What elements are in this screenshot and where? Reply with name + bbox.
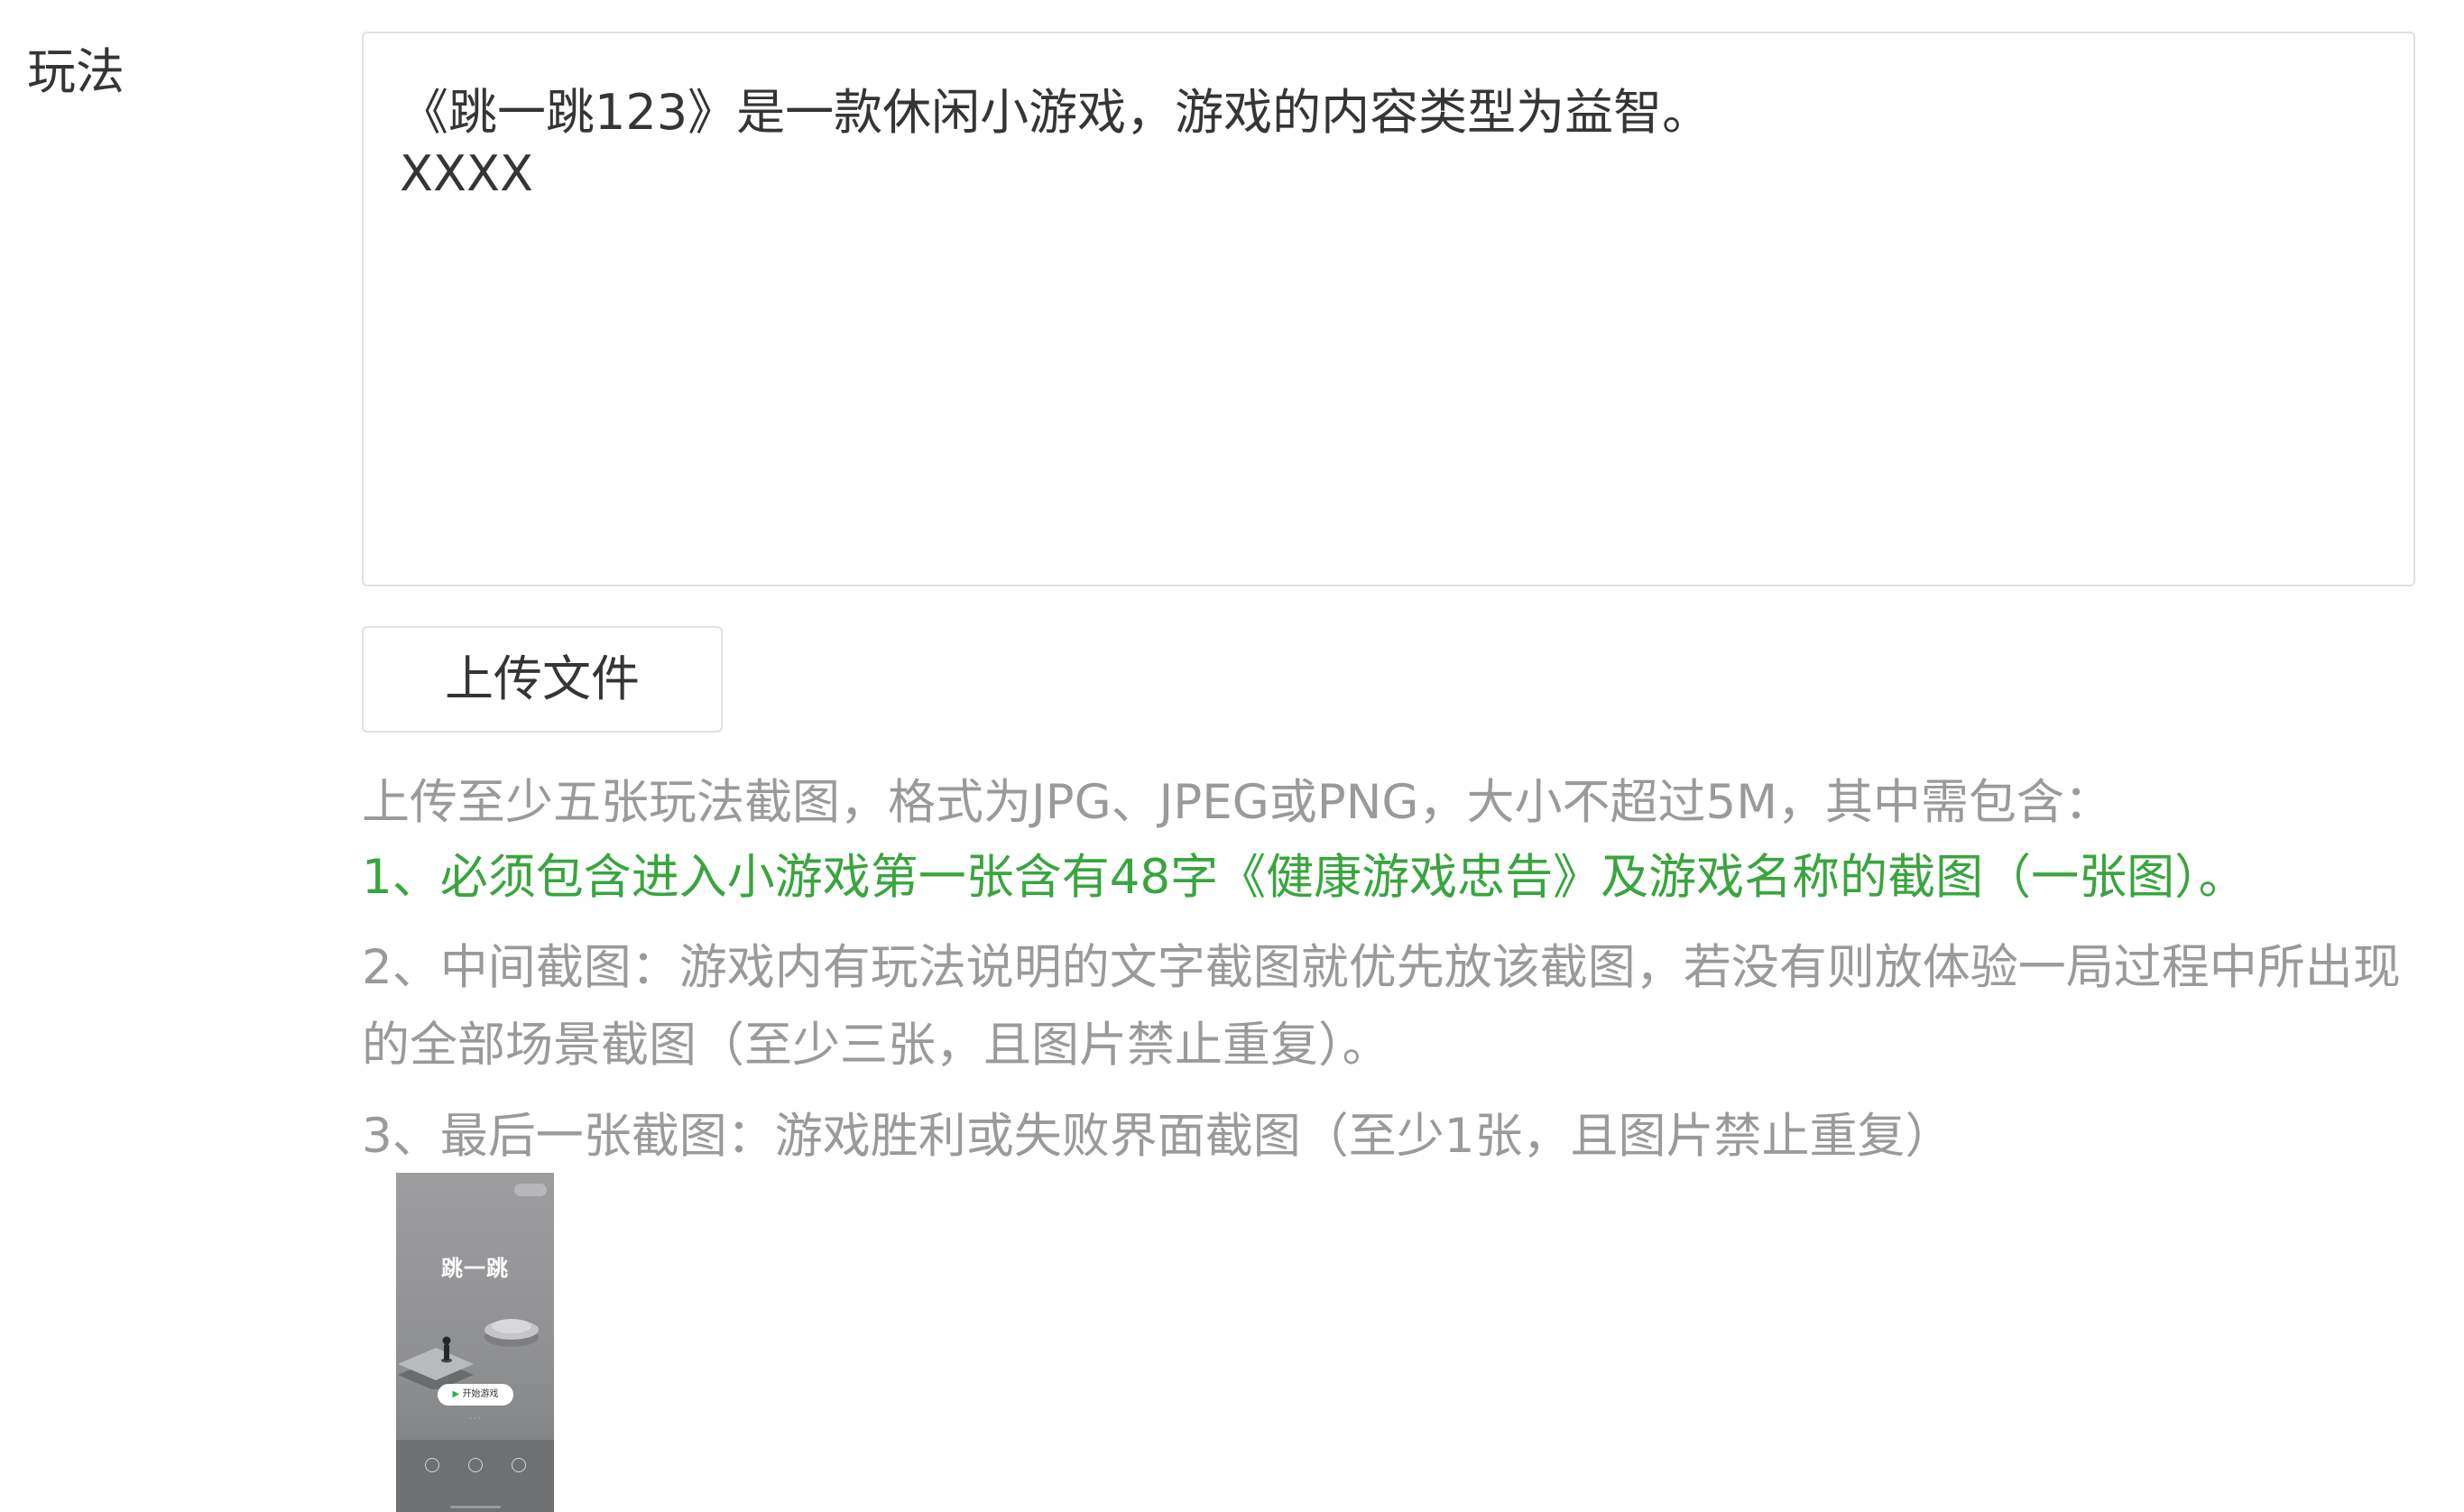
upload-hint-intro: 上传至少五张玩法截图，格式为JPG、JPEG或PNG，大小不超过5M，其中需包含… [362,775,2112,830]
gameplay-textarea[interactable]: 《跳一跳123》是一款休闲小游戏，游戏的内容类型为益智。 XXXX [362,32,2415,586]
thumbnail-nav-icon [414,1458,450,1476]
upload-hint-rule-2: 2、中间截图：游戏内有玩法说明的文字截图就优先放该截图，若没有则放体验一局过程中… [362,940,2401,1073]
upload-hint-rule-3: 3、最后一张截图：游戏胜利或失败界面截图（至少1张，且图片禁止重复） [362,1109,1953,1164]
thumbnail-nav-icon [457,1458,494,1476]
upload-hint-rule-1: 1、必须包含进入小游戏第一张含有48字《健康游戏忠告》及游戏名称的截图（一张图）… [362,850,2247,905]
play-icon: ▶ [452,1389,460,1399]
thumbnail-bottom-bar [396,1440,554,1512]
thumbnail-start-button: ▶ 开始游戏 [438,1384,513,1406]
upload-file-button[interactable]: 上传文件 [362,626,723,733]
thumbnail-game-title: 跳一跳 [441,1256,509,1281]
uploaded-screenshot-thumbnail[interactable]: 跳一跳 ▶ 开始游戏 · · · [396,1173,554,1512]
thumbnail-start-label: 开始游戏 [462,1389,499,1399]
thumbnail-nav-icon [501,1458,537,1476]
field-label-gameplay: 玩法 [27,43,125,100]
home-indicator [450,1506,501,1508]
thumbnail-subtext: · · · [469,1415,481,1423]
mini-program-capsule-icon [514,1184,547,1196]
game-scene-illustration [398,1319,539,1389]
